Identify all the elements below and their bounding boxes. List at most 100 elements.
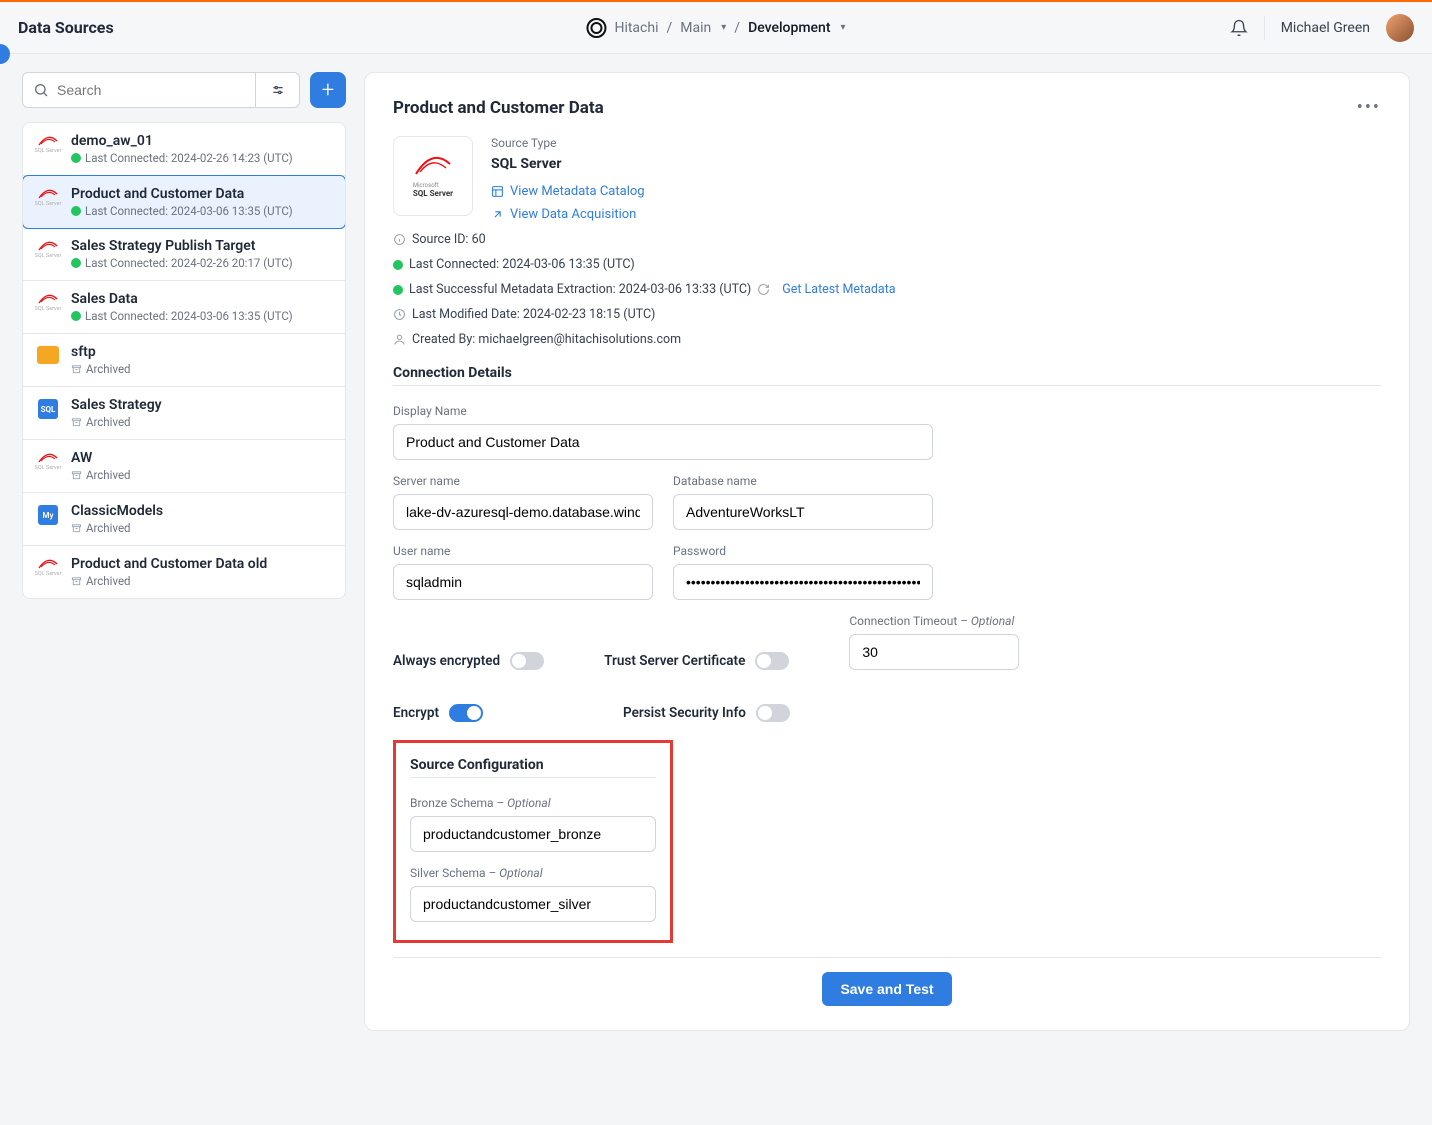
password-input[interactable] bbox=[673, 564, 933, 600]
save-and-test-button[interactable]: Save and Test bbox=[822, 972, 951, 1006]
list-item[interactable]: SQL ServerSales Strategy Publish TargetL… bbox=[23, 228, 345, 281]
refresh-icon bbox=[757, 283, 770, 296]
list-item-name: demo_aw_01 bbox=[71, 133, 333, 149]
list-item-name: AW bbox=[71, 450, 333, 466]
list-item-sub: Archived bbox=[71, 574, 333, 588]
list-item[interactable]: sftp Archived bbox=[23, 334, 345, 387]
database-name-field: Database name bbox=[673, 474, 933, 530]
created-by-row: Created By: michaelgreen@hitachisolution… bbox=[393, 332, 1381, 347]
list-item-sub: Last Connected: 2024-03-06 13:35 (UTC) bbox=[71, 204, 333, 218]
bell-icon[interactable] bbox=[1230, 19, 1248, 37]
archive-icon bbox=[71, 470, 82, 481]
clock-icon bbox=[393, 308, 406, 321]
source-logo: MicrosoftSQL Server bbox=[393, 136, 473, 216]
search-input[interactable] bbox=[57, 82, 245, 98]
list-item-sub: Archived bbox=[71, 415, 333, 429]
server-name-field: Server name bbox=[393, 474, 653, 530]
silver-schema-field: Silver Schema – Optional bbox=[410, 866, 656, 922]
breadcrumb[interactable]: Hitachi / Main ▾ / Development ▾ bbox=[586, 18, 845, 38]
user-name-field: User name bbox=[393, 544, 653, 600]
list-item[interactable]: SQL Serverdemo_aw_01Last Connected: 2024… bbox=[23, 123, 345, 176]
display-name-label: Display Name bbox=[393, 404, 933, 418]
bronze-schema-input[interactable] bbox=[410, 816, 656, 852]
status-ok-icon bbox=[393, 285, 403, 295]
breadcrumb-env: Development bbox=[748, 20, 830, 36]
always-encrypted-toggle[interactable] bbox=[510, 652, 544, 670]
server-name-input[interactable] bbox=[393, 494, 653, 530]
table-icon bbox=[491, 185, 504, 198]
always-encrypted-toggle-row: Always encrypted bbox=[393, 652, 544, 670]
list-item-sub: Archived bbox=[71, 521, 333, 535]
info-icon bbox=[393, 233, 406, 246]
sliders-icon bbox=[271, 83, 285, 97]
list-item-sub: Archived bbox=[71, 362, 333, 376]
source-type-label: Source Type bbox=[491, 136, 1381, 150]
detail-panel: Product and Customer Data ••• MicrosoftS… bbox=[364, 72, 1410, 1031]
source-configuration-box: Source Configuration Bronze Schema – Opt… bbox=[393, 740, 673, 943]
sql-db-icon: SQL bbox=[35, 397, 61, 429]
bronze-schema-label: Bronze Schema – Optional bbox=[410, 796, 656, 810]
database-name-input[interactable] bbox=[673, 494, 933, 530]
user-name-label: User name bbox=[393, 544, 653, 558]
status-ok-icon bbox=[71, 153, 81, 163]
server-name-label: Server name bbox=[393, 474, 653, 488]
sftp-icon bbox=[35, 344, 61, 376]
sidebar: + SQL Server demo_aw_01 Last Connected: 20… bbox=[22, 72, 346, 599]
source-id-row: Source ID: 60 bbox=[393, 232, 1381, 247]
encrypt-toggle[interactable] bbox=[449, 704, 483, 722]
status-ok-icon bbox=[71, 311, 81, 321]
display-name-input[interactable] bbox=[393, 424, 933, 460]
list-item[interactable]: SQL ServerProduct and Customer DataLast … bbox=[22, 175, 346, 229]
user-icon bbox=[393, 333, 406, 346]
view-metadata-catalog-link[interactable]: View Metadata Catalog bbox=[491, 184, 1381, 199]
encrypt-toggle-row: Encrypt bbox=[393, 704, 483, 722]
archive-icon bbox=[71, 523, 82, 534]
status-ok-icon bbox=[71, 258, 81, 268]
list-item[interactable]: MyClassicModelsArchived bbox=[23, 493, 345, 546]
source-config-title: Source Configuration bbox=[410, 757, 656, 773]
list-item-name: ClassicModels bbox=[71, 503, 333, 519]
timeout-field: Connection Timeout – Optional bbox=[849, 614, 1019, 670]
list-item[interactable]: SQL Sales Strategy Archived bbox=[23, 387, 345, 440]
source-logo-label: MicrosoftSQL Server bbox=[413, 180, 453, 198]
archive-icon bbox=[71, 576, 82, 587]
target-icon bbox=[586, 18, 606, 38]
list-item[interactable]: SQL ServerAWArchived bbox=[23, 440, 345, 493]
trust-cert-toggle[interactable] bbox=[755, 652, 789, 670]
search-icon bbox=[33, 82, 49, 98]
detail-title: Product and Customer Data bbox=[393, 98, 604, 118]
password-label: Password bbox=[673, 544, 933, 558]
data-source-list: SQL Server demo_aw_01 Last Connected: 2024… bbox=[22, 122, 346, 599]
breadcrumb-org: Hitachi bbox=[614, 20, 658, 36]
trust-cert-toggle-row: Trust Server Certificate bbox=[604, 652, 789, 670]
timeout-label: Connection Timeout – Optional bbox=[849, 614, 1019, 628]
sqlserver-icon: SQL Server bbox=[35, 291, 61, 323]
list-item-name: Sales Strategy Publish Target bbox=[71, 238, 333, 254]
breadcrumb-project: Main bbox=[680, 20, 711, 36]
get-latest-metadata-link[interactable]: Get Latest Metadata bbox=[782, 282, 895, 297]
archive-icon bbox=[71, 417, 82, 428]
search-input-wrap[interactable] bbox=[22, 72, 256, 108]
filter-button[interactable] bbox=[256, 72, 300, 108]
silver-schema-input[interactable] bbox=[410, 886, 656, 922]
persist-toggle[interactable] bbox=[756, 704, 790, 722]
status-ok-icon bbox=[71, 206, 81, 216]
list-item-name: Sales Strategy bbox=[71, 397, 333, 413]
more-menu[interactable]: ••• bbox=[1357, 97, 1381, 118]
list-item[interactable]: SQL ServerProduct and Customer Data oldA… bbox=[23, 546, 345, 598]
last-connected-row: Last Connected: 2024-03-06 13:35 (UTC) bbox=[393, 257, 1381, 272]
avatar[interactable] bbox=[1386, 14, 1414, 42]
user-name[interactable]: Michael Green bbox=[1281, 20, 1370, 36]
divider bbox=[410, 777, 656, 778]
list-item[interactable]: SQL ServerSales DataLast Connected: 2024… bbox=[23, 281, 345, 334]
breadcrumb-sep: / bbox=[666, 20, 672, 36]
arrow-icon bbox=[491, 208, 504, 221]
user-name-input[interactable] bbox=[393, 564, 653, 600]
last-metadata-row: Last Successful Metadata Extraction: 202… bbox=[393, 282, 1381, 297]
timeout-input[interactable] bbox=[849, 634, 1019, 670]
list-item-name: sftp bbox=[71, 344, 333, 360]
add-button[interactable]: + bbox=[310, 72, 346, 108]
view-data-acquisition-link[interactable]: View Data Acquisition bbox=[491, 207, 1381, 222]
list-item-sub: Last Connected: 2024-02-26 20:17 (UTC) bbox=[71, 256, 333, 270]
silver-schema-label: Silver Schema – Optional bbox=[410, 866, 656, 880]
